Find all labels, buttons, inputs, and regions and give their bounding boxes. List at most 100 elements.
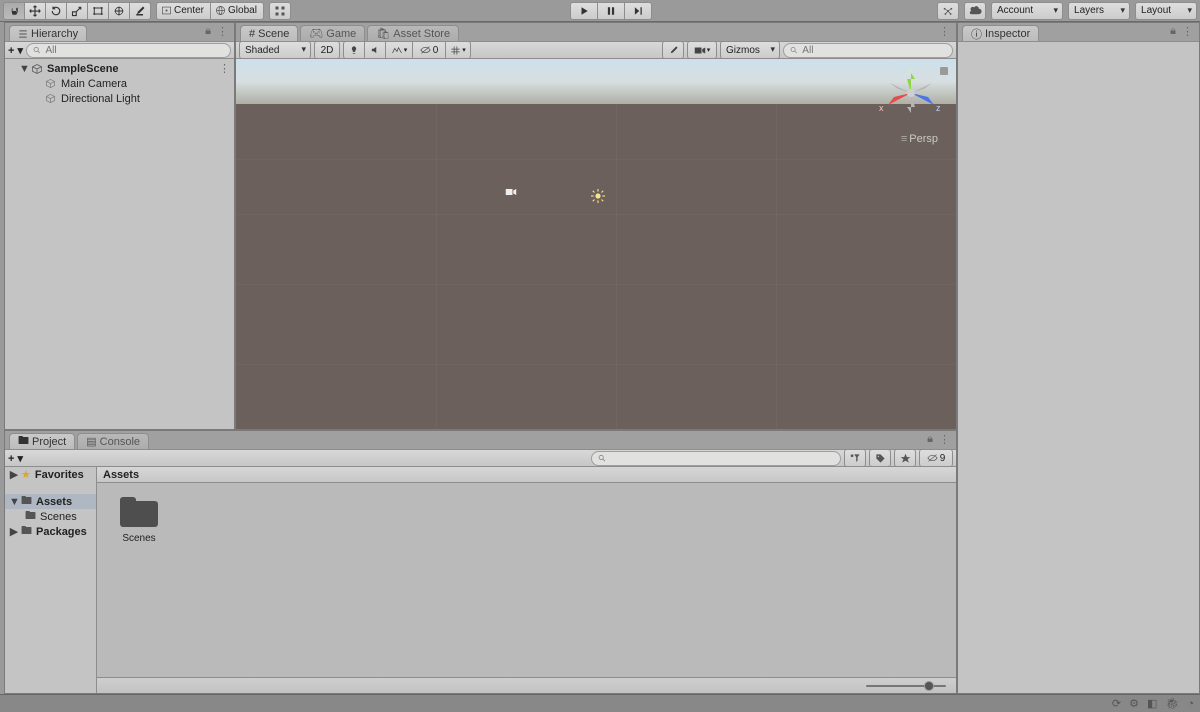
hidden-objects-button[interactable]: 0 bbox=[412, 41, 446, 59]
tab-console-label: Console bbox=[100, 436, 140, 448]
build-icon[interactable]: ⚙ bbox=[1129, 697, 1139, 710]
pivot-mode-button[interactable]: Center bbox=[156, 2, 211, 20]
rotate-tool-button[interactable] bbox=[45, 2, 67, 20]
camera-settings-button[interactable]: ▾ bbox=[687, 41, 717, 59]
panel-menu-icon[interactable]: ⋮ bbox=[1182, 25, 1193, 38]
scenes-row[interactable]: 🖿︎ Scenes bbox=[5, 509, 96, 524]
breadcrumb-label[interactable]: Assets bbox=[103, 469, 139, 481]
pause-button[interactable] bbox=[597, 2, 625, 20]
space-mode-button[interactable]: Global bbox=[210, 2, 264, 20]
scene-search-input[interactable] bbox=[802, 45, 946, 56]
hierarchy-item[interactable]: Main Camera bbox=[5, 76, 234, 91]
play-controls-group bbox=[570, 2, 652, 20]
create-dropdown-button[interactable]: + ▾ bbox=[8, 44, 23, 57]
status-bar: ⟳ ⚙ ◧ 🐞︎ ◔ bbox=[0, 694, 1200, 712]
shading-mode-dropdown[interactable]: Shaded bbox=[239, 41, 311, 59]
layout-dropdown[interactable]: Layout bbox=[1135, 2, 1197, 20]
progress-icon[interactable]: ◧ bbox=[1147, 697, 1157, 710]
scene-tab-icon: # bbox=[249, 28, 255, 40]
grid-toggle-button[interactable]: ▾ bbox=[445, 41, 471, 59]
tab-scene-label: Scene bbox=[258, 28, 289, 40]
disclosure-triangle-icon[interactable]: ▼ bbox=[19, 63, 29, 75]
panel-menu-icon[interactable]: ⋮ bbox=[939, 25, 950, 38]
tab-console[interactable]: ▤ Console bbox=[77, 433, 149, 449]
lock-icon[interactable]: 🔒︎ bbox=[205, 25, 211, 38]
thumbnail-size-slider[interactable] bbox=[866, 685, 946, 687]
tab-project[interactable]: 🖿︎ Project bbox=[9, 433, 75, 449]
panel-menu-icon[interactable]: ⋮ bbox=[217, 25, 228, 38]
hierarchy-panel: Hierarchy 🔒︎ ⋮ + ▾ ▼ SampleScene ⋮ Main … bbox=[4, 22, 235, 430]
projection-label[interactable]: ≡Persp bbox=[901, 133, 938, 145]
debug-icon[interactable]: 🐞︎ bbox=[1165, 697, 1179, 710]
filter-by-label-button[interactable] bbox=[869, 449, 891, 467]
hidden-packages-count: 9 bbox=[940, 453, 946, 464]
scale-tool-button[interactable] bbox=[66, 2, 88, 20]
folder-icon: 🖿︎ bbox=[21, 522, 32, 541]
rect-tool-button[interactable] bbox=[87, 2, 109, 20]
filter-by-type-button[interactable] bbox=[844, 449, 866, 467]
tool-settings-button[interactable] bbox=[662, 41, 684, 59]
snap-toggle-button[interactable] bbox=[269, 2, 291, 20]
console-icon: ▤ bbox=[86, 435, 96, 448]
custom-tool-button[interactable] bbox=[129, 2, 151, 20]
step-button[interactable] bbox=[624, 2, 652, 20]
fx-toggle-button[interactable]: ▾ bbox=[385, 41, 413, 59]
transform-tool-button[interactable] bbox=[108, 2, 130, 20]
space-mode-label: Global bbox=[228, 5, 257, 16]
hierarchy-tab[interactable]: Hierarchy bbox=[9, 25, 87, 41]
gizmo-lock-icon[interactable] bbox=[940, 67, 948, 75]
cloud-button[interactable] bbox=[964, 2, 986, 20]
project-folder-tree: ▶ ★ Favorites ▼ 🖿︎ Assets 🖿︎ Scenes ▶ 🖿︎… bbox=[5, 467, 97, 693]
projection-text: Persp bbox=[909, 133, 938, 145]
inspector-panel: ⓘ Inspector 🔒︎ ⋮ bbox=[957, 22, 1200, 694]
project-search[interactable] bbox=[591, 451, 841, 466]
audio-toggle-button[interactable] bbox=[364, 41, 386, 59]
inspector-tab-bar: ⓘ Inspector 🔒︎ ⋮ bbox=[958, 23, 1199, 41]
favorites-label: Favorites bbox=[35, 469, 84, 481]
activity-icon[interactable]: ◔ bbox=[1187, 698, 1194, 710]
project-grid[interactable]: Scenes bbox=[97, 483, 956, 558]
scene-viewport[interactable]: y x z ≡Persp bbox=[236, 59, 956, 429]
panel-menu-icon[interactable]: ⋮ bbox=[939, 433, 950, 446]
scene-search[interactable] bbox=[783, 43, 953, 58]
scene-menu-icon[interactable]: ⋮ bbox=[219, 62, 230, 75]
tab-game[interactable]: 🎮︎ Game bbox=[300, 25, 365, 41]
hierarchy-search-input[interactable] bbox=[45, 45, 224, 56]
hand-tool-button[interactable] bbox=[3, 2, 25, 20]
gizmos-dropdown[interactable]: Gizmos bbox=[720, 41, 780, 59]
assets-row[interactable]: ▼ 🖿︎ Assets bbox=[5, 494, 96, 509]
tab-asset-store[interactable]: 🛍︎ Asset Store bbox=[367, 25, 459, 41]
auto-refresh-icon[interactable]: ⟳ bbox=[1112, 697, 1121, 710]
asset-item[interactable]: Scenes bbox=[111, 497, 167, 544]
layers-dropdown[interactable]: Layers bbox=[1068, 2, 1130, 20]
orientation-gizmo[interactable]: y x z bbox=[876, 67, 946, 137]
project-search-input[interactable] bbox=[611, 453, 834, 464]
light-gizmo-icon[interactable] bbox=[591, 189, 605, 206]
move-tool-button[interactable] bbox=[24, 2, 46, 20]
inspector-tab[interactable]: ⓘ Inspector bbox=[962, 25, 1039, 41]
hierarchy-item[interactable]: Directional Light bbox=[5, 91, 234, 106]
play-button[interactable] bbox=[570, 2, 598, 20]
disclosure-triangle-icon[interactable]: ▶ bbox=[9, 468, 19, 481]
favorites-row[interactable]: ▶ ★ Favorites bbox=[5, 467, 96, 482]
scene-sky bbox=[236, 59, 956, 104]
scene-row[interactable]: ▼ SampleScene ⋮ bbox=[5, 61, 234, 76]
lighting-toggle-button[interactable] bbox=[343, 41, 365, 59]
create-dropdown-button[interactable]: + ▾ bbox=[8, 452, 23, 465]
game-tab-icon: 🎮︎ bbox=[309, 27, 323, 40]
account-dropdown[interactable]: Account bbox=[991, 2, 1063, 20]
disclosure-triangle-icon[interactable]: ▶ bbox=[9, 525, 19, 538]
save-favorite-button[interactable] bbox=[894, 449, 916, 467]
hidden-packages-button[interactable]: 9 bbox=[919, 449, 953, 467]
collab-button[interactable] bbox=[937, 2, 959, 20]
hierarchy-tab-label: Hierarchy bbox=[31, 28, 78, 40]
lock-icon[interactable]: 🔒︎ bbox=[1170, 25, 1176, 38]
lock-icon[interactable]: 🔒︎ bbox=[927, 433, 933, 446]
camera-gizmo-icon[interactable] bbox=[505, 187, 517, 200]
packages-row[interactable]: ▶ 🖿︎ Packages bbox=[5, 524, 96, 539]
slider-thumb[interactable] bbox=[924, 681, 934, 691]
toggle-2d-button[interactable]: 2D bbox=[314, 41, 340, 59]
disclosure-triangle-icon[interactable]: ▼ bbox=[9, 496, 19, 508]
hierarchy-search[interactable] bbox=[26, 43, 231, 58]
tab-scene[interactable]: # Scene bbox=[240, 25, 298, 41]
